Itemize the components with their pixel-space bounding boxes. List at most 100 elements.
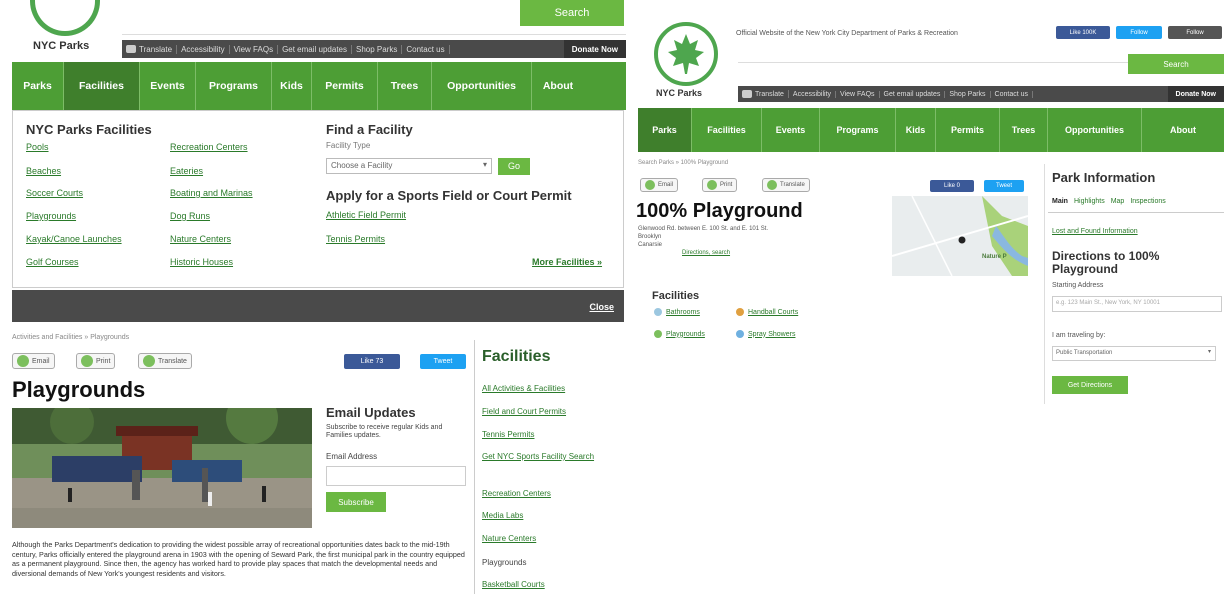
- dropdown-link-golf[interactable]: Golf Courses: [26, 257, 79, 267]
- nav-programs[interactable]: Programs: [820, 108, 896, 152]
- dropdown-link-nature-centers[interactable]: Nature Centers: [170, 234, 231, 244]
- print-button[interactable]: Print: [702, 178, 738, 192]
- email-share-button[interactable]: Email: [640, 178, 679, 192]
- nav-trees[interactable]: Trees: [378, 62, 432, 110]
- translate-button[interactable]: Translate: [762, 178, 810, 192]
- search-button[interactable]: Search: [1128, 54, 1224, 74]
- print-button[interactable]: Print: [76, 353, 116, 369]
- dropdown-link-dog-runs[interactable]: Dog Runs: [170, 211, 210, 221]
- more-facilities-link[interactable]: More Facilities »: [532, 257, 602, 267]
- travel-mode-select[interactable]: Public Transportation: [1052, 346, 1216, 361]
- facility-spray-showers[interactable]: Spray Showers: [736, 330, 795, 338]
- nav-about[interactable]: About: [1142, 108, 1224, 152]
- instagram-follow-button[interactable]: Follow: [1168, 26, 1222, 39]
- sidebar-link-tennis-permits[interactable]: Tennis Permits: [482, 430, 596, 440]
- facility-handball[interactable]: Handball Courts: [736, 308, 798, 316]
- nav-parks[interactable]: Parks: [638, 108, 692, 152]
- sidebar-link-all-activities[interactable]: All Activities & Facilities: [482, 384, 596, 394]
- sidebar-link-field-court-permits[interactable]: Field and Court Permits: [482, 407, 596, 417]
- search-button[interactable]: Search: [520, 0, 624, 26]
- nav-about[interactable]: About: [532, 62, 584, 110]
- get-directions-button[interactable]: Get Directions: [1052, 376, 1128, 394]
- dropdown-link-kayak[interactable]: Kayak/Canoe Launches: [26, 234, 122, 244]
- dropdown-link-soccer[interactable]: Soccer Courts: [26, 188, 83, 198]
- intro-paragraph: Although the Parks Department's dedicati…: [12, 540, 465, 579]
- nav-opportunities[interactable]: Opportunities: [1048, 108, 1142, 152]
- tennis-permits-link[interactable]: Tennis Permits: [326, 234, 385, 244]
- util-link-shop[interactable]: Shop Parks: [352, 44, 403, 54]
- donate-button[interactable]: Donate Now: [1167, 86, 1224, 102]
- email-address-input[interactable]: [326, 466, 466, 486]
- util-link-accessibility[interactable]: Accessibility: [177, 44, 230, 54]
- facebook-like-button[interactable]: Like 0: [930, 180, 974, 192]
- twitter-follow-button[interactable]: Follow: [1116, 26, 1162, 39]
- util-link-email[interactable]: Get email updates: [880, 90, 946, 98]
- nyc-parks-logo[interactable]: [654, 22, 718, 86]
- dropdown-link-beaches[interactable]: Beaches: [26, 166, 61, 176]
- dropdown-link-historic-houses[interactable]: Historic Houses: [170, 257, 233, 267]
- tab-highlights[interactable]: Highlights: [1074, 198, 1105, 205]
- tab-main[interactable]: Main: [1052, 198, 1068, 205]
- breadcrumb[interactable]: Activities and Facilities » Playgrounds: [12, 334, 129, 341]
- facility-bathrooms[interactable]: Bathrooms: [654, 308, 700, 316]
- sidebar-link-nature-centers[interactable]: Nature Centers: [482, 534, 596, 544]
- nav-kids[interactable]: Kids: [272, 62, 312, 110]
- email-share-button[interactable]: Email: [12, 353, 55, 369]
- dropdown-link-boating[interactable]: Boating and Marinas: [170, 188, 253, 198]
- starting-address-input[interactable]: e.g. 123 Main St., New York, NY 10001: [1052, 296, 1222, 312]
- nav-opportunities[interactable]: Opportunities: [432, 62, 532, 110]
- nav-facilities[interactable]: Facilities: [64, 62, 140, 110]
- facebook-like-button[interactable]: Like 100K: [1056, 26, 1110, 39]
- directions-link[interactable]: Directions, search: [682, 250, 730, 256]
- nav-parks[interactable]: Parks: [12, 62, 64, 110]
- athletic-field-permit-link[interactable]: Athletic Field Permit: [326, 210, 406, 220]
- sidebar-link-rec-centers[interactable]: Recreation Centers: [482, 489, 596, 499]
- util-link-contact[interactable]: Contact us: [402, 44, 450, 54]
- facebook-like-button[interactable]: Like 73: [344, 354, 400, 369]
- go-button[interactable]: Go: [498, 158, 530, 175]
- nav-permits[interactable]: Permits: [312, 62, 378, 110]
- dropdown-link-eateries[interactable]: Eateries: [170, 166, 203, 176]
- sidebar-link-media-labs[interactable]: Media Labs: [482, 511, 596, 521]
- util-link-contact[interactable]: Contact us: [991, 90, 1034, 98]
- util-link-email[interactable]: Get email updates: [278, 44, 352, 54]
- close-link[interactable]: Close: [589, 302, 614, 312]
- park-map-illustration: [892, 196, 1028, 276]
- lost-found-link[interactable]: Lost and Found Information: [1052, 228, 1138, 235]
- nav-events[interactable]: Events: [140, 62, 196, 110]
- util-link-faqs[interactable]: View FAQs: [230, 44, 279, 54]
- subscribe-button[interactable]: Subscribe: [326, 492, 386, 512]
- translate-button[interactable]: Translate: [138, 353, 192, 369]
- logo-text: NYC Parks: [656, 88, 703, 98]
- tweet-button[interactable]: Tweet: [984, 180, 1024, 192]
- nav-events[interactable]: Events: [762, 108, 820, 152]
- translate-link[interactable]: Translate: [738, 90, 789, 98]
- dropdown-link-pools[interactable]: Pools: [26, 142, 49, 152]
- util-link-accessibility[interactable]: Accessibility: [789, 90, 837, 98]
- donate-button[interactable]: Donate Now: [563, 40, 626, 58]
- nyc-parks-logo[interactable]: [30, 0, 100, 36]
- util-link-faqs[interactable]: View FAQs: [836, 90, 880, 98]
- nav-trees[interactable]: Trees: [1000, 108, 1048, 152]
- facility-type-select[interactable]: Choose a Facility: [326, 158, 492, 174]
- sidebar-link-basketball[interactable]: Basketball Courts: [482, 580, 596, 590]
- nav-permits[interactable]: Permits: [936, 108, 1000, 152]
- search-input[interactable]: [122, 34, 626, 35]
- nav-facilities[interactable]: Facilities: [692, 108, 762, 152]
- translate-link[interactable]: Translate: [122, 44, 178, 54]
- breadcrumb[interactable]: Search Parks » 100% Playground: [638, 160, 728, 166]
- facility-handball-label: Handball Courts: [748, 308, 799, 316]
- search-input[interactable]: [738, 62, 1128, 63]
- tab-inspections[interactable]: Inspections: [1130, 198, 1165, 205]
- nav-programs[interactable]: Programs: [196, 62, 272, 110]
- facility-playgrounds[interactable]: Playgrounds: [654, 330, 705, 338]
- util-link-shop[interactable]: Shop Parks: [945, 90, 991, 98]
- tweet-button[interactable]: Tweet: [420, 354, 466, 369]
- dropdown-link-rec-centers[interactable]: Recreation Centers: [170, 142, 248, 152]
- playground-icon: [654, 330, 662, 338]
- tab-map[interactable]: Map: [1111, 198, 1125, 205]
- nav-kids[interactable]: Kids: [896, 108, 936, 152]
- sidebar-link-sports-facility-search[interactable]: Get NYC Sports Facility Search: [482, 452, 596, 462]
- dropdown-link-playgrounds[interactable]: Playgrounds: [26, 211, 76, 221]
- park-map[interactable]: Nature P: [892, 196, 1028, 276]
